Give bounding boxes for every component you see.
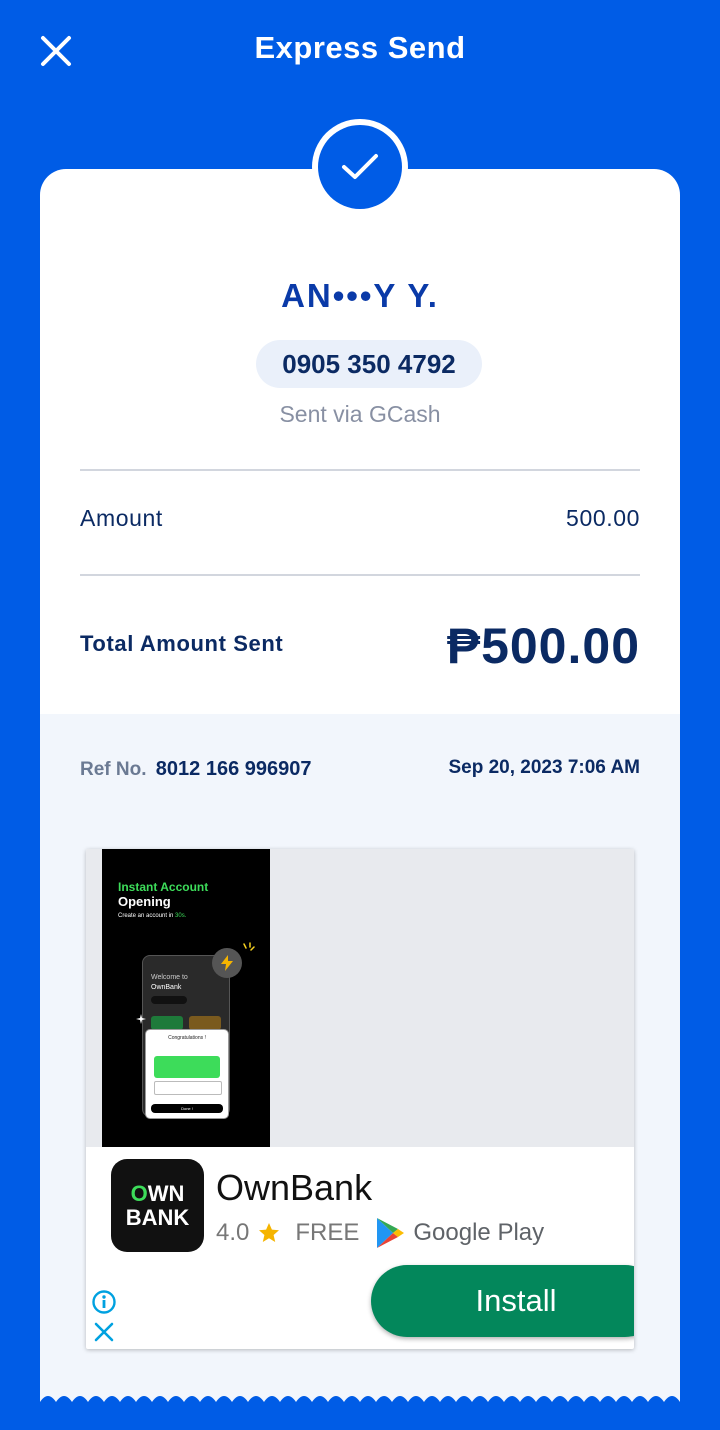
sent-via-label: Sent via GCash xyxy=(279,401,441,427)
checkmark-icon xyxy=(318,125,402,209)
ref-label: Ref No. xyxy=(80,759,147,780)
ad-popup-button: Done ! xyxy=(151,1104,223,1113)
info-icon[interactable] xyxy=(91,1289,117,1315)
amount-label: Amount xyxy=(80,505,163,531)
receipt-edge xyxy=(40,1396,680,1409)
total-label: Total Amount Sent xyxy=(80,631,284,656)
ad-screen-text-2: OwnBank xyxy=(151,984,182,991)
total-value: ₱500.00 xyxy=(446,618,640,674)
app-icon-text-1-rest: WN xyxy=(147,1180,185,1206)
ad-subtext-highlight: 30s. xyxy=(175,913,187,919)
ad-popup-title: Congratulations ! xyxy=(168,1035,206,1041)
recipient-phone: 0905 350 4792 xyxy=(256,340,482,388)
store-name: Google Play xyxy=(413,1219,545,1246)
success-badge xyxy=(312,119,408,215)
google-play-icon xyxy=(377,1218,405,1248)
ad-headline-2: Opening xyxy=(118,894,171,909)
lightning-icon xyxy=(212,948,242,978)
ref-value: 8012 166 996907 xyxy=(155,758,312,780)
ad-phone-mockup: Instant Account Opening Create an accoun… xyxy=(102,849,270,1147)
divider xyxy=(80,469,640,471)
ad-screen-text-1: Welcome to xyxy=(151,974,188,981)
install-button[interactable]: Install xyxy=(371,1265,634,1337)
app-rating: 4.0 xyxy=(216,1219,250,1246)
ad-popup-card xyxy=(154,1056,220,1078)
ad-screen-tile xyxy=(189,1016,221,1030)
app-price: FREE xyxy=(295,1219,360,1246)
app-icon-text-1: OWN xyxy=(130,1180,185,1206)
app-icon[interactable]: OWN BANK xyxy=(111,1159,204,1252)
ad-popup-field xyxy=(154,1081,222,1095)
receipt-card: AN•••Y Y. 0905 350 4792 Sent via GCash A… xyxy=(40,169,680,1409)
reference-number: Ref No. 8012 166 996907 xyxy=(80,758,312,781)
divider xyxy=(80,574,640,576)
sparkle-icon xyxy=(243,942,255,951)
transaction-datetime: Sep 20, 2023 7:06 AM xyxy=(448,757,640,778)
ad-headline-1: Instant Account xyxy=(118,880,209,894)
amount-value: 500.00 xyxy=(566,505,640,531)
receipt-details: Ref No. 8012 166 996907 Sep 20, 2023 7:0… xyxy=(40,714,680,1409)
app-name[interactable]: OwnBank xyxy=(216,1167,372,1209)
ad-popup: Congratulations ! Done ! xyxy=(145,1029,229,1119)
ad-close-icon[interactable] xyxy=(93,1321,115,1343)
ad-screen-field xyxy=(151,996,187,1004)
ad-subtext-prefix: Create an account in xyxy=(118,913,174,919)
app-meta: 4.0 FREE Google Play xyxy=(216,1217,544,1249)
ad-subtext: Create an account in 30s. xyxy=(118,913,186,919)
ad-image[interactable]: Instant Account Opening Create an accoun… xyxy=(86,849,634,1147)
ad-screen-tile xyxy=(151,1016,183,1030)
app-icon-text-2: BANK xyxy=(125,1204,190,1230)
ad-banner[interactable]: Instant Account Opening Create an accoun… xyxy=(86,849,634,1349)
star-sparkle-icon xyxy=(136,1014,146,1024)
page-title: Express Send xyxy=(254,30,466,65)
recipient-name: AN•••Y Y. xyxy=(281,277,439,314)
star-icon xyxy=(259,1223,280,1242)
